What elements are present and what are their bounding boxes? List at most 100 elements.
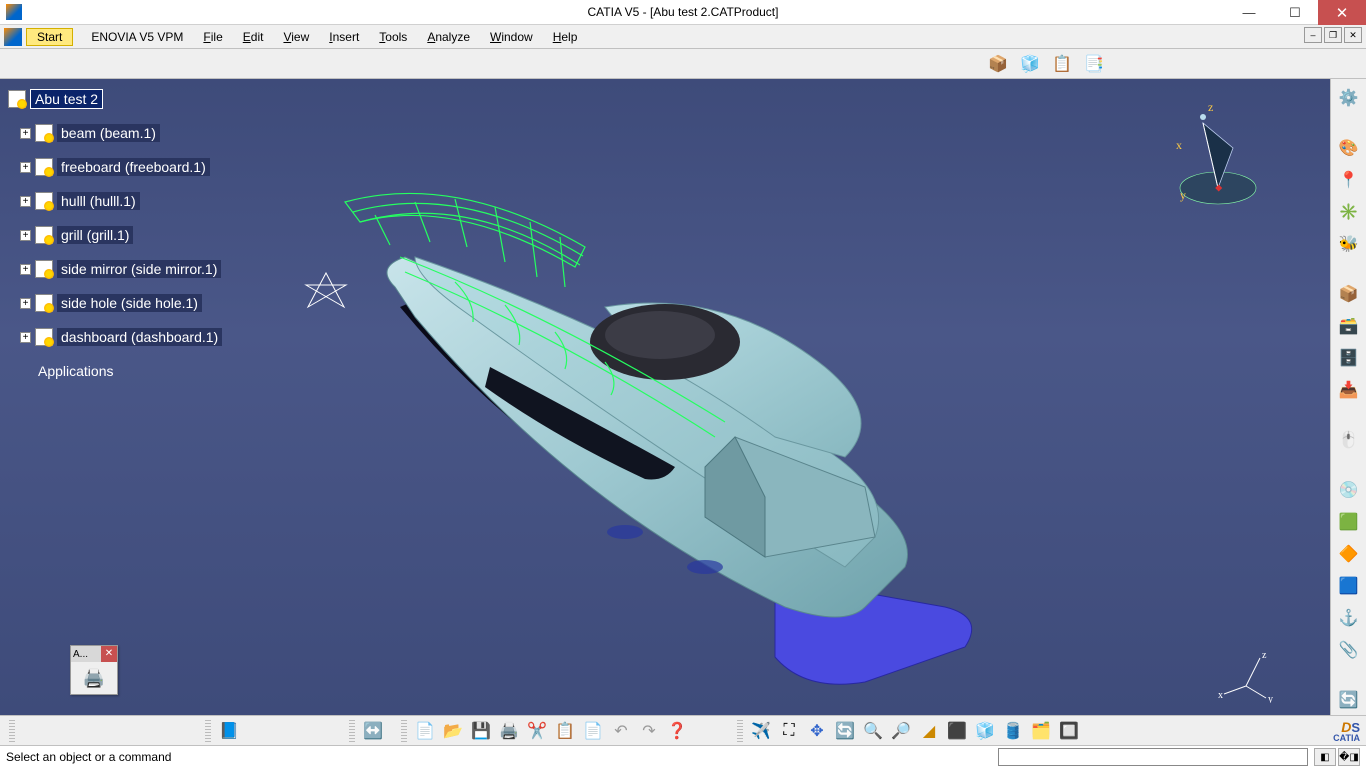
mdi-close[interactable]: ✕: [1344, 27, 1362, 43]
tree-applications[interactable]: Applications: [38, 359, 222, 383]
cut-icon[interactable]: ✂️: [524, 718, 550, 744]
layers-icon[interactable]: 🗂️: [1028, 718, 1054, 744]
copy-icon[interactable]: 📋: [552, 718, 578, 744]
gear-icon[interactable]: ⚙️: [1336, 85, 1362, 111]
tree-item-hull[interactable]: + hulll (hulll.1): [20, 189, 222, 213]
tree-item-side-mirror[interactable]: + side mirror (side mirror.1): [20, 257, 222, 281]
cube-blue-icon[interactable]: 🟦: [1336, 573, 1362, 599]
grip-icon[interactable]: [737, 720, 743, 742]
command-input[interactable]: [998, 748, 1308, 766]
mdi-restore[interactable]: ❐: [1324, 27, 1342, 43]
arrows-orange-icon[interactable]: ↔️: [360, 718, 386, 744]
save-icon[interactable]: 💾: [468, 718, 494, 744]
status-btn-2[interactable]: �◨: [1338, 748, 1360, 766]
zoom-in-icon[interactable]: 🔍: [860, 718, 886, 744]
printer-icon[interactable]: 🖨️: [83, 668, 105, 689]
diamond-icon[interactable]: 🔶: [1336, 541, 1362, 567]
palette-icon[interactable]: 🎨: [1336, 135, 1362, 161]
pan-icon[interactable]: ✥: [804, 718, 830, 744]
rotate-icon[interactable]: 🔄: [832, 718, 858, 744]
expand-icon[interactable]: +: [20, 332, 31, 343]
status-btn-1[interactable]: ◧: [1314, 748, 1336, 766]
tree-root[interactable]: Abu test 2: [8, 87, 222, 111]
menu-insert[interactable]: Insert: [319, 28, 369, 46]
axis-triad-icon[interactable]: x y z: [1216, 648, 1276, 703]
cursor-star-icon[interactable]: 🖱️: [1336, 427, 1362, 453]
expand-icon[interactable]: +: [20, 196, 31, 207]
status-message: Select an object or a command: [6, 750, 171, 764]
tree-item-beam[interactable]: + beam (beam.1): [20, 121, 222, 145]
toggle-icon[interactable]: 🔲: [1056, 718, 1082, 744]
new-icon[interactable]: 📄: [412, 718, 438, 744]
menu-edit[interactable]: Edit: [233, 28, 274, 46]
expand-icon[interactable]: +: [20, 162, 31, 173]
close-button[interactable]: ✕: [1318, 0, 1366, 25]
menu-enovia[interactable]: ENOVIA V5 VPM: [81, 28, 193, 46]
bee-icon[interactable]: 🐝: [1336, 231, 1362, 257]
fit-icon[interactable]: ⛶: [776, 718, 802, 744]
paste-icon[interactable]: 📄: [580, 718, 606, 744]
grip-icon[interactable]: [401, 720, 407, 742]
grip-icon[interactable]: [349, 720, 355, 742]
undo-icon[interactable]: ↶: [608, 718, 634, 744]
app-menu-icon[interactable]: [4, 28, 22, 46]
menu-file[interactable]: File: [193, 28, 232, 46]
disc-icon[interactable]: 💿: [1336, 477, 1362, 503]
cube-multi-icon[interactable]: 🧊: [1018, 52, 1042, 76]
expand-icon[interactable]: +: [20, 128, 31, 139]
cube-add-icon[interactable]: 📦: [986, 52, 1010, 76]
minimize-button[interactable]: —: [1226, 0, 1272, 25]
menu-window[interactable]: Window: [480, 28, 543, 46]
list-left-icon[interactable]: 📋: [1050, 52, 1074, 76]
orbit-icon[interactable]: 🔄: [1336, 687, 1362, 713]
anchor-icon[interactable]: ⚓: [1336, 605, 1362, 631]
product-icon: [8, 90, 26, 108]
grip-icon[interactable]: [205, 720, 211, 742]
cylinder-icon[interactable]: 🛢️: [1000, 718, 1026, 744]
floating-toolbar[interactable]: A... ✕ 🖨️: [70, 645, 118, 695]
boat-model[interactable]: [305, 137, 1025, 697]
zoom-out-icon[interactable]: 🔎: [888, 718, 914, 744]
expand-icon[interactable]: +: [20, 298, 31, 309]
tree-item-freeboard[interactable]: + freeboard (freeboard.1): [20, 155, 222, 179]
box2-icon[interactable]: 🗃️: [1336, 313, 1362, 339]
plane-icon[interactable]: ✈️: [748, 718, 774, 744]
expand-icon[interactable]: +: [20, 230, 31, 241]
axis-arrows-icon[interactable]: ✳️: [1336, 199, 1362, 225]
tree-item-dashboard[interactable]: + dashboard (dashboard.1): [20, 325, 222, 349]
close-icon[interactable]: ✕: [101, 646, 117, 662]
box3-icon[interactable]: 🗄️: [1336, 345, 1362, 371]
catia-logo: DS CATIA: [1333, 723, 1360, 743]
box4-icon[interactable]: 📥: [1336, 377, 1362, 403]
menu-view[interactable]: View: [273, 28, 319, 46]
tree-item-side-hole[interactable]: + side hole (side hole.1): [20, 291, 222, 315]
compass-icon[interactable]: x y z: [1148, 93, 1268, 213]
expand-icon[interactable]: +: [20, 264, 31, 275]
part-icon: [35, 158, 53, 176]
box1-icon[interactable]: 📦: [1336, 281, 1362, 307]
help-arrow-icon[interactable]: ❓: [664, 718, 690, 744]
start-menu[interactable]: Start: [26, 28, 73, 46]
svg-text:x: x: [1218, 690, 1223, 701]
open-icon[interactable]: 📂: [440, 718, 466, 744]
menu-analyze[interactable]: Analyze: [417, 28, 480, 46]
viewport-3d[interactable]: Abu test 2 + beam (beam.1) + freeboard (…: [0, 79, 1330, 715]
shade-icon[interactable]: 🧊: [972, 718, 998, 744]
tree-root-label[interactable]: Abu test 2: [30, 89, 103, 109]
globe-pin-icon[interactable]: 📍: [1336, 167, 1362, 193]
menu-tools[interactable]: Tools: [369, 28, 417, 46]
floating-toolbar-header[interactable]: A... ✕: [71, 646, 117, 662]
menu-help[interactable]: Help: [543, 28, 588, 46]
iso-view-icon[interactable]: ⬛: [944, 718, 970, 744]
cube-green-icon[interactable]: 🟩: [1336, 509, 1362, 535]
list-right-icon[interactable]: 📑: [1082, 52, 1106, 76]
normal-view-icon[interactable]: ◢: [916, 718, 942, 744]
redo-icon[interactable]: ↷: [636, 718, 662, 744]
mdi-minimize[interactable]: –: [1304, 27, 1322, 43]
print-icon[interactable]: 🖨️: [496, 718, 522, 744]
grip-icon[interactable]: [9, 720, 15, 742]
maximize-button[interactable]: ☐: [1272, 0, 1318, 25]
clip-icon[interactable]: 📎: [1336, 637, 1362, 663]
book-icon[interactable]: 📘: [216, 718, 242, 744]
tree-item-grill[interactable]: + grill (grill.1): [20, 223, 222, 247]
